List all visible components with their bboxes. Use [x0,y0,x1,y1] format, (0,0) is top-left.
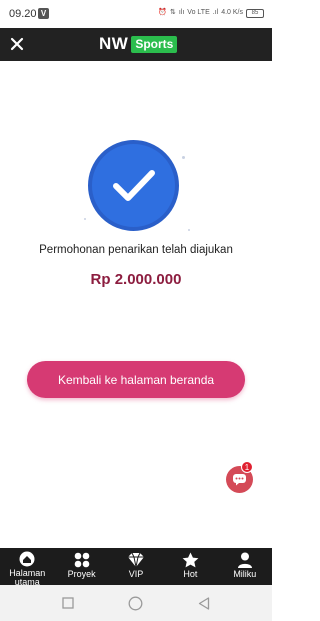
system-back-button[interactable] [196,595,212,611]
back-triangle-icon [198,596,210,610]
bottom-nav: Halaman utama Proyek VIP Hot Miliku [0,548,272,587]
recent-apps-icon [62,597,74,609]
recent-apps-button[interactable] [60,595,76,611]
logo-badge: Sports [131,35,178,53]
brand-logo: NW Sports [99,34,178,54]
checkmark-icon [112,169,155,201]
status-time: 09.20 [9,8,37,20]
nav-label: Proyek [67,569,96,579]
signal-strength-icon: .ıl [212,9,219,16]
alarm-icon: ⏰ [158,9,167,16]
system-nav-bar [0,585,272,621]
decorative-dot [188,229,190,231]
chat-unread-badge: 1 [241,461,253,473]
back-to-home-button[interactable]: Kembali ke halaman beranda [27,361,245,398]
nav-label: VIP [128,569,144,579]
app-notification-icon: V [38,8,49,19]
circle-home-icon [128,596,142,610]
signal-icon: ılı [178,9,185,16]
nav-item-home[interactable]: Halaman utama [0,548,54,587]
close-button[interactable] [6,33,28,55]
nav-label: Miliku [233,569,257,579]
success-circle [88,140,179,231]
success-illustration [82,133,190,241]
nav-item-miliku[interactable]: Miliku [218,548,272,585]
success-message: Permohonan penarikan telah diajukan [39,244,233,256]
nav-item-hot[interactable]: Hot [163,548,217,585]
nav-item-vip[interactable]: VIP [109,548,163,585]
star-icon [181,551,199,568]
nav-item-proyek[interactable]: Proyek [54,548,108,585]
network-speed: 4.0 K/s [221,9,243,16]
status-indicators: ⏰ ⇅ ılı Vo LTE .ıl 4.0 K/s 85 [158,8,264,18]
app-header: NW Sports [0,28,272,61]
home-icon [18,551,36,567]
nav-label: Hot [183,569,198,579]
system-home-button[interactable] [127,595,143,611]
withdrawal-amount: Rp 2.000.000 [90,271,182,288]
decorative-dot [182,156,185,159]
data-transfer-icon: ⇅ [169,9,176,16]
decorative-dot [84,218,86,220]
status-bar: 09.20 V ⏰ ⇅ ılı Vo LTE .ıl 4.0 K/s 85 [0,0,272,28]
diamond-icon [127,551,145,568]
chat-icon [233,474,246,486]
volte-icon: Vo LTE [187,9,210,16]
close-icon [10,37,24,51]
battery-icon: 85 [246,8,264,18]
user-icon [236,551,254,568]
logo-text: NW [99,34,129,53]
grid-icon [73,551,91,568]
